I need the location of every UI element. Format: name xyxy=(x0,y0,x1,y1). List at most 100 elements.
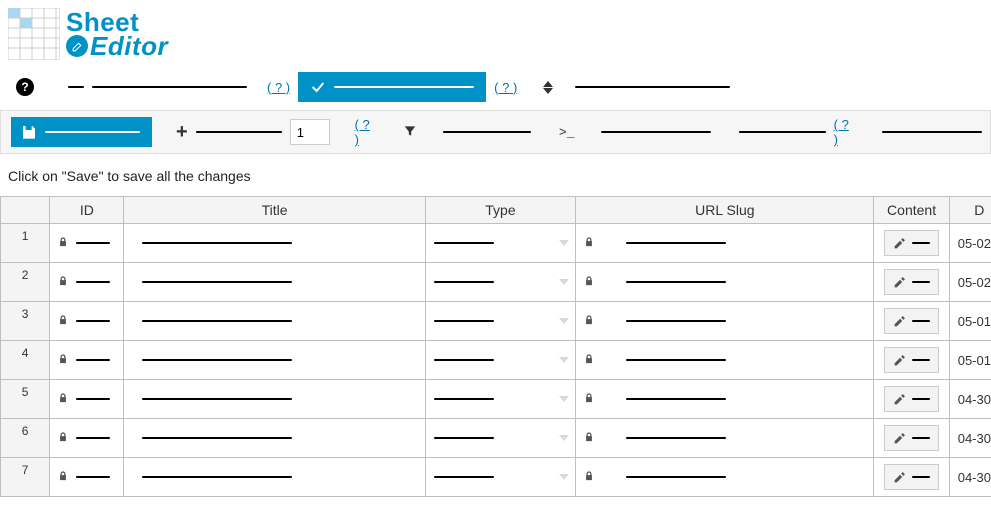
cell-date[interactable]: 05-01 xyxy=(950,302,991,341)
cell-content xyxy=(874,302,949,341)
toolbar-label xyxy=(443,131,531,133)
cell-title[interactable] xyxy=(124,263,425,302)
cell-slug[interactable] xyxy=(576,341,874,380)
cell-slug[interactable] xyxy=(576,419,874,458)
logo-grid-icon xyxy=(8,8,60,60)
cell-date[interactable]: 05-02 xyxy=(950,224,991,263)
cell-date[interactable]: 05-02 xyxy=(950,263,991,302)
row-number[interactable]: 6 xyxy=(0,419,50,458)
cell-content xyxy=(874,341,949,380)
filter-icon[interactable] xyxy=(403,124,417,141)
cell-slug[interactable] xyxy=(576,302,874,341)
toolbar-label xyxy=(882,131,982,133)
row-number[interactable]: 5 xyxy=(0,380,50,419)
col-header-type[interactable]: Type xyxy=(426,196,577,224)
col-header-slug[interactable]: URL Slug xyxy=(576,196,874,224)
cell-slug[interactable] xyxy=(576,263,874,302)
col-header-title[interactable]: Title xyxy=(124,196,425,224)
cell-type[interactable] xyxy=(426,224,577,263)
table-row: 3 05-01 xyxy=(0,302,991,341)
toolbar-label xyxy=(575,86,730,88)
lock-icon xyxy=(584,314,594,329)
edit-content-button[interactable] xyxy=(884,230,939,256)
corner-cell[interactable] xyxy=(0,196,50,224)
cell-type[interactable] xyxy=(426,302,577,341)
edit-content-button[interactable] xyxy=(884,464,939,490)
primary-action-button[interactable] xyxy=(298,72,486,102)
toolbar-label xyxy=(739,131,826,133)
cell-id[interactable] xyxy=(50,302,124,341)
cell-date[interactable]: 04-30 xyxy=(950,458,991,497)
add-rows-icon[interactable]: + xyxy=(176,121,188,144)
edit-content-button[interactable] xyxy=(884,269,939,295)
help-icon[interactable]: ? xyxy=(16,78,34,96)
row-number[interactable]: 1 xyxy=(0,224,50,263)
save-button[interactable] xyxy=(11,117,152,147)
edit-content-button[interactable] xyxy=(884,386,939,412)
header-row: ID Title Type URL Slug Content D xyxy=(0,196,991,224)
chevron-down-icon xyxy=(559,240,569,246)
cell-type[interactable] xyxy=(426,419,577,458)
row-number[interactable]: 3 xyxy=(0,302,50,341)
chevron-down-icon xyxy=(559,435,569,441)
toolbar-label xyxy=(68,86,84,88)
lock-icon xyxy=(584,431,594,446)
toolbar-secondary: + ? >_ ? xyxy=(0,110,991,154)
toolbar-label xyxy=(92,86,247,88)
cell-title[interactable] xyxy=(124,419,425,458)
console-icon[interactable]: >_ xyxy=(559,125,575,140)
row-number[interactable]: 7 xyxy=(0,458,50,497)
cell-title[interactable] xyxy=(124,458,425,497)
edit-content-button[interactable] xyxy=(884,425,939,451)
table-row: 1 05-02 xyxy=(0,224,991,263)
lock-icon xyxy=(58,314,68,329)
new-rows-count-input[interactable] xyxy=(290,119,330,145)
edit-content-button[interactable] xyxy=(884,347,939,373)
col-header-content[interactable]: Content xyxy=(874,196,949,224)
cell-date[interactable]: 04-30 xyxy=(950,419,991,458)
logo-pencil-badge-icon xyxy=(66,35,88,57)
lock-icon xyxy=(58,236,68,251)
row-number[interactable]: 2 xyxy=(0,263,50,302)
col-header-id[interactable]: ID xyxy=(50,196,124,224)
cell-title[interactable] xyxy=(124,380,425,419)
cell-id[interactable] xyxy=(50,263,124,302)
cell-slug[interactable] xyxy=(576,458,874,497)
cell-title[interactable] xyxy=(124,302,425,341)
cell-id[interactable] xyxy=(50,341,124,380)
table-row: 7 04-30 xyxy=(0,458,991,497)
cell-date[interactable]: 04-30 xyxy=(950,380,991,419)
cell-type[interactable] xyxy=(426,380,577,419)
help-link[interactable]: ? xyxy=(494,80,517,95)
help-link[interactable]: ? xyxy=(355,117,375,147)
cell-content xyxy=(874,458,949,497)
help-link[interactable]: ? xyxy=(267,80,290,95)
chevron-down-icon xyxy=(559,474,569,480)
sort-icon[interactable] xyxy=(543,81,553,94)
cell-type[interactable] xyxy=(426,458,577,497)
cell-slug[interactable] xyxy=(576,224,874,263)
toolbar-label xyxy=(196,131,282,133)
cell-id[interactable] xyxy=(50,380,124,419)
edit-content-button[interactable] xyxy=(884,308,939,334)
table-row: 4 05-01 xyxy=(0,341,991,380)
toolbar-primary: ? ? ? xyxy=(0,64,991,110)
lock-icon xyxy=(584,353,594,368)
cell-title[interactable] xyxy=(124,224,425,263)
col-header-date[interactable]: D xyxy=(950,196,991,224)
cell-type[interactable] xyxy=(426,263,577,302)
spreadsheet-grid: ID Title Type URL Slug Content D 1 xyxy=(0,196,991,497)
cell-content xyxy=(874,224,949,263)
toolbar-label xyxy=(601,131,711,133)
cell-date[interactable]: 05-01 xyxy=(950,341,991,380)
cell-title[interactable] xyxy=(124,341,425,380)
cell-slug[interactable] xyxy=(576,380,874,419)
row-number[interactable]: 4 xyxy=(0,341,50,380)
cell-id[interactable] xyxy=(50,419,124,458)
cell-type[interactable] xyxy=(426,341,577,380)
help-link[interactable]: ? xyxy=(834,117,854,147)
lock-icon xyxy=(58,392,68,407)
cell-id[interactable] xyxy=(50,458,124,497)
cell-id[interactable] xyxy=(50,224,124,263)
table-row: 2 05-02 xyxy=(0,263,991,302)
